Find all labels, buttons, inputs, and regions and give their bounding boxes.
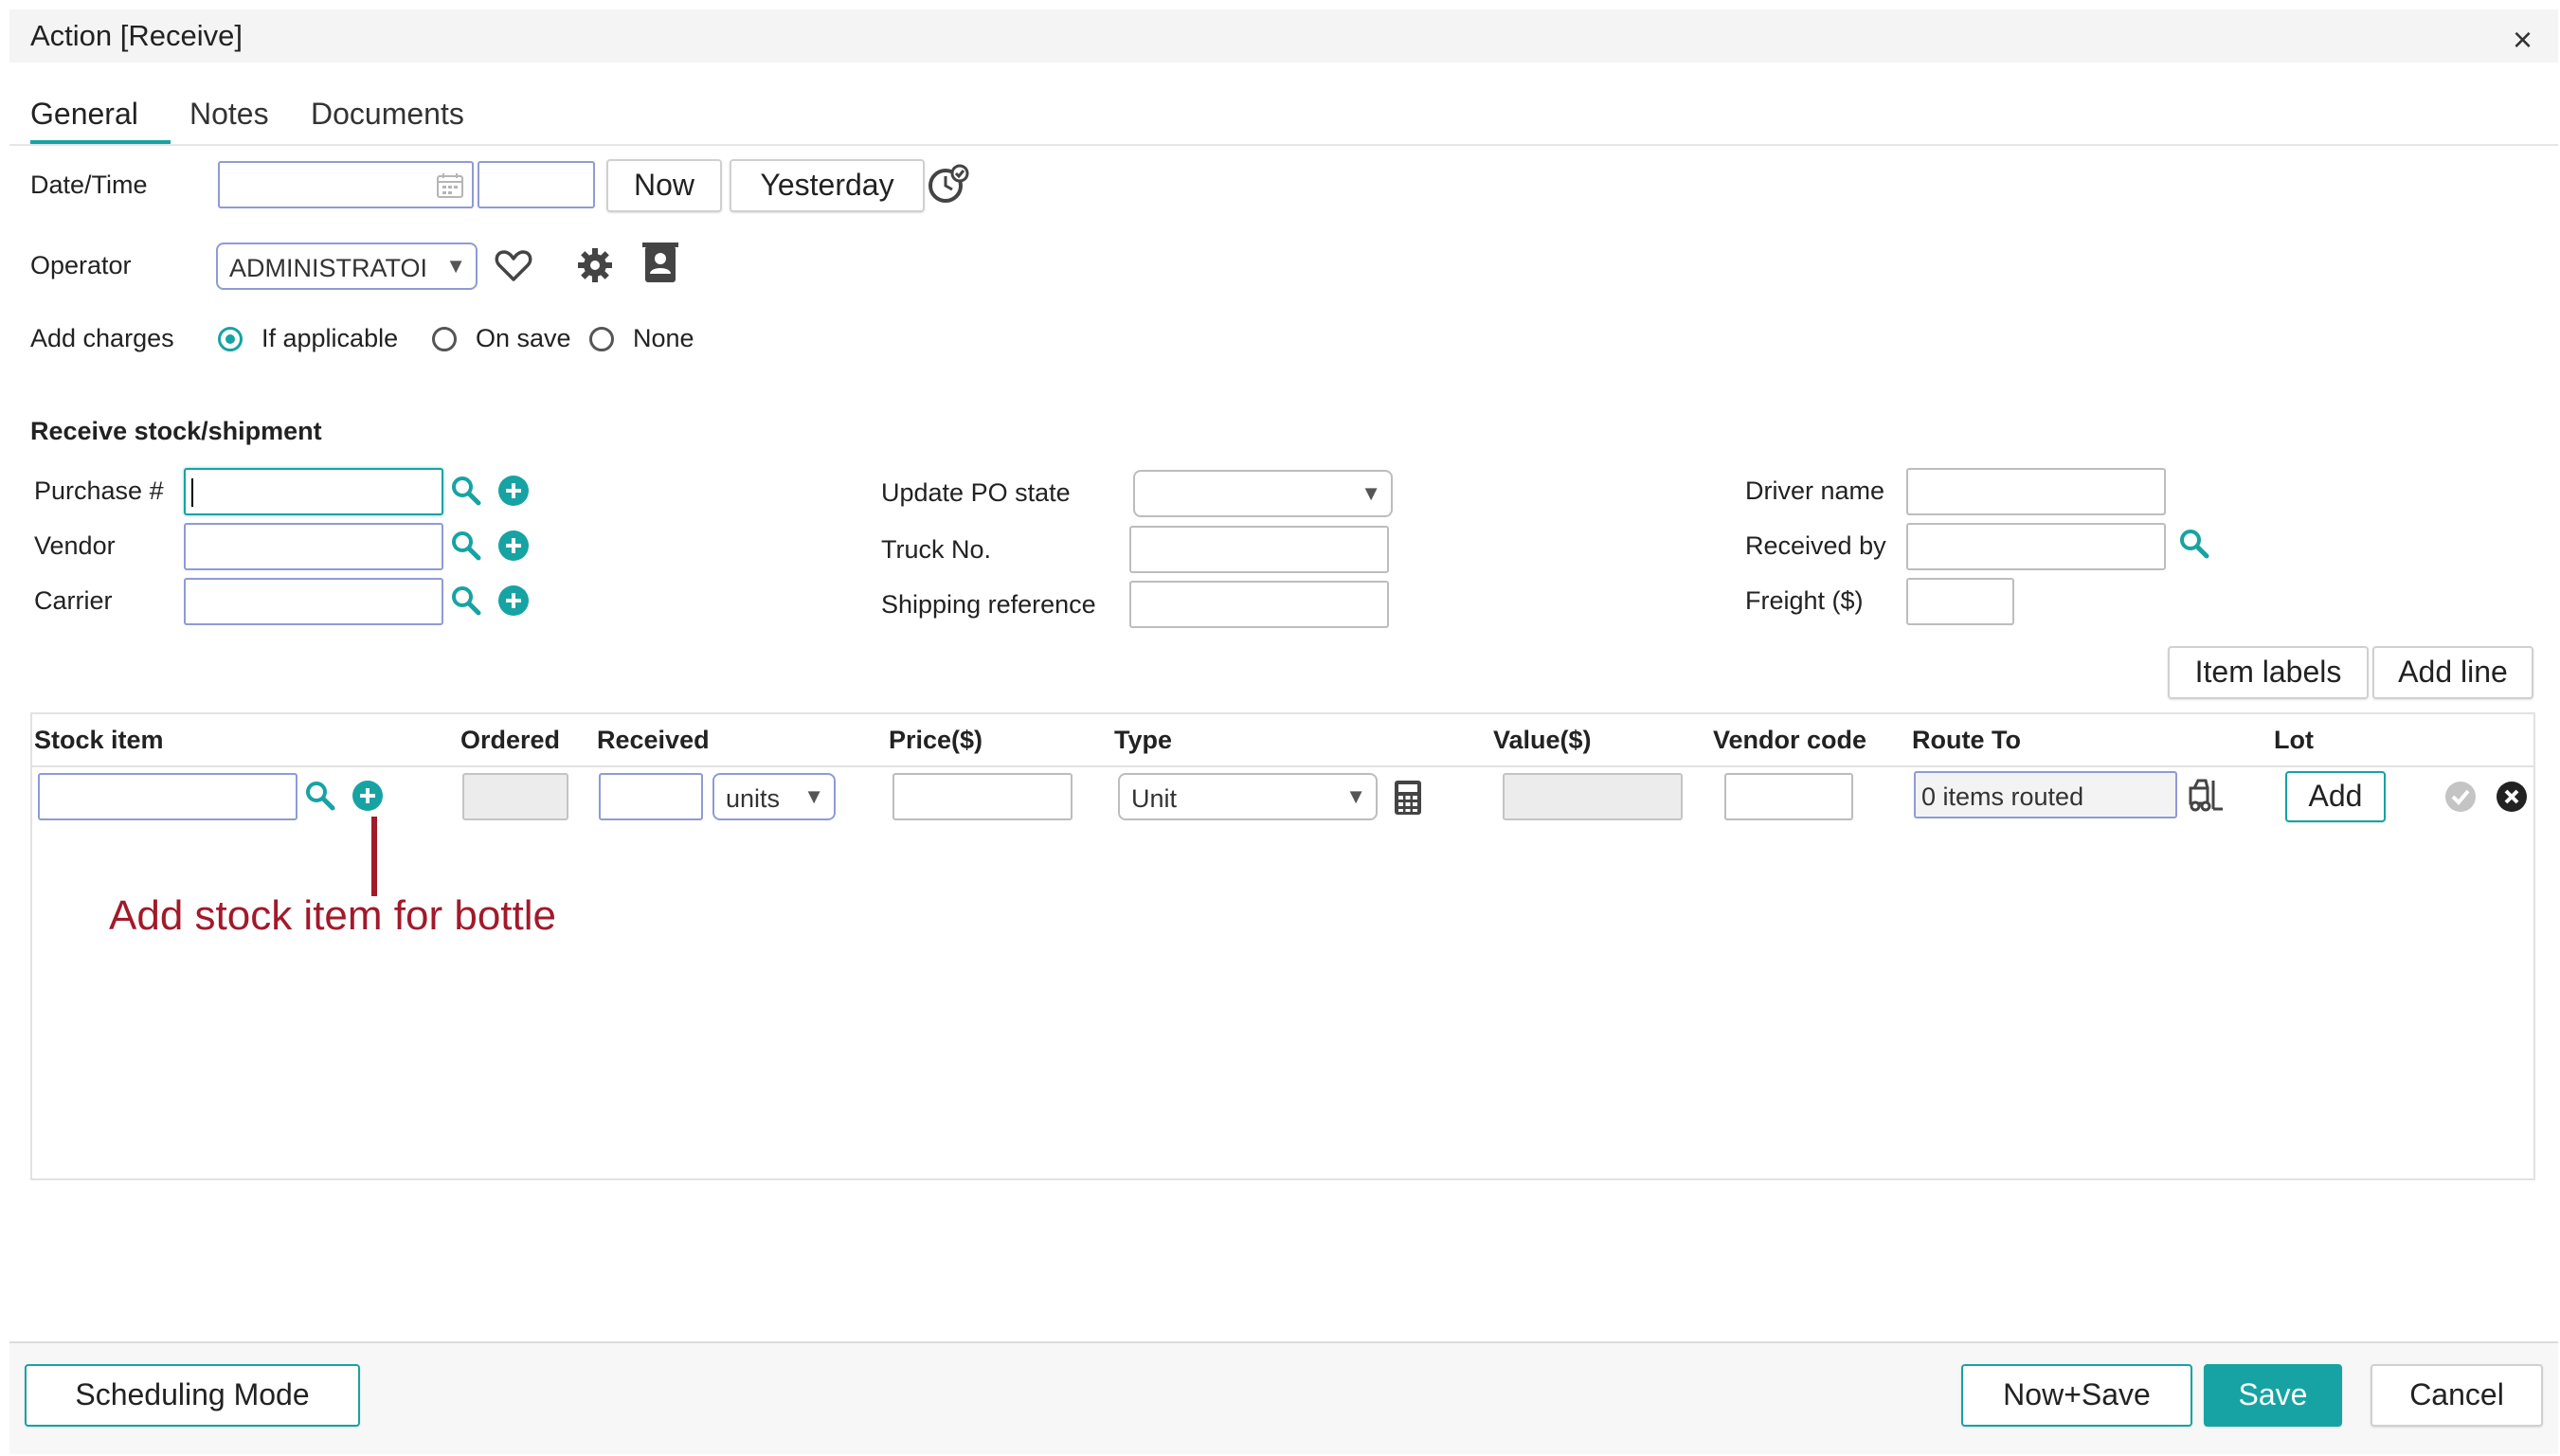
scheduling-mode-button[interactable]: Scheduling Mode: [25, 1364, 360, 1427]
freight-input[interactable]: [1906, 578, 2014, 625]
chevron-down-icon: ▼: [1361, 481, 1381, 505]
route-to-field[interactable]: 0 items routed: [1914, 771, 2177, 818]
calendar-icon[interactable]: [436, 172, 464, 199]
add-circle-icon[interactable]: [496, 474, 531, 508]
chevron-down-icon: ▼: [1345, 784, 1366, 808]
update-po-select[interactable]: ▼: [1133, 470, 1393, 517]
tabs-divider: [9, 144, 2558, 146]
close-icon[interactable]: ×: [2513, 23, 2533, 57]
calculator-icon[interactable]: [1393, 779, 1423, 817]
add-line-button[interactable]: Add line: [2372, 646, 2533, 699]
radio-if-applicable[interactable]: [218, 327, 243, 351]
title-bar: Action [Receive] ×: [9, 9, 2558, 63]
date-input[interactable]: [218, 161, 474, 208]
search-icon[interactable]: [449, 529, 483, 563]
add-circle-icon[interactable]: [496, 529, 531, 563]
grid-header-divider: [30, 765, 2535, 767]
annotation-text: Add stock item for bottle: [109, 892, 556, 939]
add-circle-icon[interactable]: [496, 584, 531, 618]
col-ordered: Ordered: [460, 726, 561, 754]
shipping-label: Shipping reference: [881, 590, 1096, 619]
search-icon[interactable]: [449, 474, 483, 508]
shipping-input[interactable]: [1129, 581, 1389, 628]
if-applicable-label[interactable]: If applicable: [261, 324, 398, 353]
heart-icon[interactable]: [495, 248, 532, 282]
driver-label: Driver name: [1745, 476, 1885, 505]
col-type: Type: [1114, 726, 1173, 754]
col-value: Value($): [1493, 726, 1592, 754]
time-input[interactable]: [478, 161, 595, 208]
tab-documents[interactable]: Documents: [311, 97, 464, 132]
operator-select[interactable]: ADMINISTRATOI ▼: [216, 243, 478, 290]
update-po-label: Update PO state: [881, 478, 1071, 507]
truck-input[interactable]: [1129, 526, 1389, 573]
now-save-button[interactable]: Now+Save: [1961, 1364, 2192, 1427]
section-title: Receive stock/shipment: [30, 417, 322, 445]
freight-label: Freight ($): [1745, 586, 1864, 615]
col-lot: Lot: [2274, 726, 2314, 754]
purchase-label: Purchase #: [34, 476, 164, 505]
vendor-label: Vendor: [34, 531, 116, 560]
cancel-button[interactable]: Cancel: [2371, 1364, 2543, 1427]
chevron-down-icon: ▼: [445, 254, 466, 278]
search-icon[interactable]: [449, 584, 483, 618]
value-field: [1503, 773, 1683, 820]
radio-on-save[interactable]: [432, 327, 457, 351]
check-circle-icon[interactable]: [2444, 781, 2477, 813]
datetime-label: Date/Time: [30, 171, 148, 199]
forklift-icon[interactable]: [2187, 779, 2225, 813]
col-route-to: Route To: [1912, 726, 2021, 754]
tab-notes[interactable]: Notes: [189, 97, 269, 132]
item-labels-button[interactable]: Item labels: [2168, 646, 2369, 699]
units-select[interactable]: units ▼: [712, 773, 836, 820]
save-button[interactable]: Save: [2204, 1364, 2342, 1427]
purchase-input[interactable]: [184, 468, 443, 515]
search-icon[interactable]: [2177, 527, 2211, 561]
add-charges-label: Add charges: [30, 324, 174, 352]
received-by-input[interactable]: [1906, 523, 2166, 570]
contact-card-icon[interactable]: [642, 243, 678, 284]
chevron-down-icon: ▼: [803, 784, 824, 808]
none-label[interactable]: None: [633, 324, 694, 353]
driver-input[interactable]: [1906, 468, 2166, 515]
carrier-label: Carrier: [34, 586, 113, 615]
vendor-code-input[interactable]: [1724, 773, 1853, 820]
col-price: Price($): [889, 726, 983, 754]
price-input[interactable]: [892, 773, 1073, 820]
remove-circle-icon[interactable]: [2496, 781, 2528, 813]
gear-icon[interactable]: [576, 246, 614, 284]
vendor-input[interactable]: [184, 523, 443, 570]
received-qty-input[interactable]: [599, 773, 703, 820]
operator-label: Operator: [30, 251, 132, 279]
ordered-field: [462, 773, 568, 820]
clock-check-icon[interactable]: [927, 163, 970, 207]
stock-item-input[interactable]: [38, 773, 297, 820]
carrier-input[interactable]: [184, 578, 443, 625]
annotation-pointer: [371, 817, 377, 896]
tab-general[interactable]: General: [30, 97, 138, 132]
search-icon[interactable]: [303, 779, 337, 813]
received-by-label: Received by: [1745, 531, 1886, 560]
col-vendor-code: Vendor code: [1713, 726, 1867, 754]
radio-none[interactable]: [589, 327, 614, 351]
col-stock-item: Stock item: [34, 726, 164, 754]
on-save-label[interactable]: On save: [476, 324, 571, 353]
col-received: Received: [597, 726, 710, 754]
type-select[interactable]: Unit ▼: [1118, 773, 1378, 820]
receive-dialog: Action [Receive] × General Notes Documen…: [9, 9, 2558, 1454]
add-circle-icon[interactable]: [351, 779, 385, 813]
yesterday-button[interactable]: Yesterday: [730, 159, 925, 212]
truck-label: Truck No.: [881, 535, 992, 564]
now-button[interactable]: Now: [606, 159, 722, 212]
dialog-title: Action [Receive]: [30, 19, 243, 52]
lot-add-button[interactable]: Add: [2285, 771, 2386, 822]
